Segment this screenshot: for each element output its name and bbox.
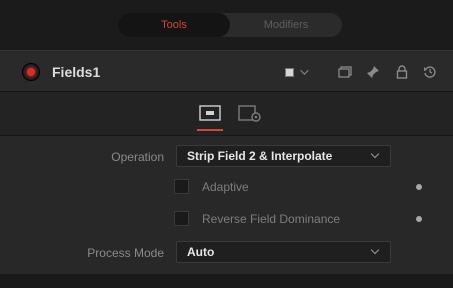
lock-icon[interactable] xyxy=(393,63,411,81)
panel-footer xyxy=(0,274,453,288)
tool-header[interactable]: Fields1 xyxy=(0,50,453,92)
operation-value: Strip Field 2 & Interpolate xyxy=(187,149,333,163)
process-mode-dropdown[interactable]: Auto xyxy=(176,241,391,263)
pin-icon[interactable] xyxy=(364,63,382,81)
inspector-tab-bar: Tools Modifiers xyxy=(0,0,453,50)
tab-modifiers[interactable]: Modifiers xyxy=(230,13,342,37)
adaptive-checkbox[interactable] xyxy=(174,179,189,194)
tool-name: Fields1 xyxy=(52,64,101,80)
process-mode-value: Auto xyxy=(187,245,215,259)
color-swatch-icon xyxy=(284,67,294,77)
versions-icon[interactable] xyxy=(336,63,354,81)
reset-icon[interactable] xyxy=(421,63,439,81)
chevron-down-icon xyxy=(370,149,380,159)
tab-group: Tools Modifiers xyxy=(118,13,342,37)
chevron-down-icon xyxy=(299,66,309,75)
reverse-field-dominance-label: Reverse Field Dominance xyxy=(202,212,341,226)
adaptive-label: Adaptive xyxy=(202,180,249,194)
keyframe-dot-icon[interactable] xyxy=(416,184,422,190)
controls-panel: Operation Strip Field 2 & Interpolate Ad… xyxy=(0,136,453,274)
color-swatch-dropdown[interactable] xyxy=(278,63,312,81)
keyframe-dot-icon[interactable] xyxy=(416,216,422,222)
operation-label: Operation xyxy=(111,150,164,164)
chevron-down-icon xyxy=(370,245,380,255)
operation-dropdown[interactable]: Strip Field 2 & Interpolate xyxy=(176,145,391,167)
settings-tab[interactable] xyxy=(237,101,263,127)
tab-tools[interactable]: Tools xyxy=(118,13,230,37)
controls-tab[interactable] xyxy=(197,101,223,131)
tool-enable-icon[interactable] xyxy=(22,63,40,81)
reverse-field-dominance-checkbox[interactable] xyxy=(174,211,189,226)
process-mode-label: Process Mode xyxy=(87,246,164,260)
controls-icon xyxy=(199,105,221,121)
control-page-tabs xyxy=(0,92,453,136)
settings-icon xyxy=(238,105,261,122)
